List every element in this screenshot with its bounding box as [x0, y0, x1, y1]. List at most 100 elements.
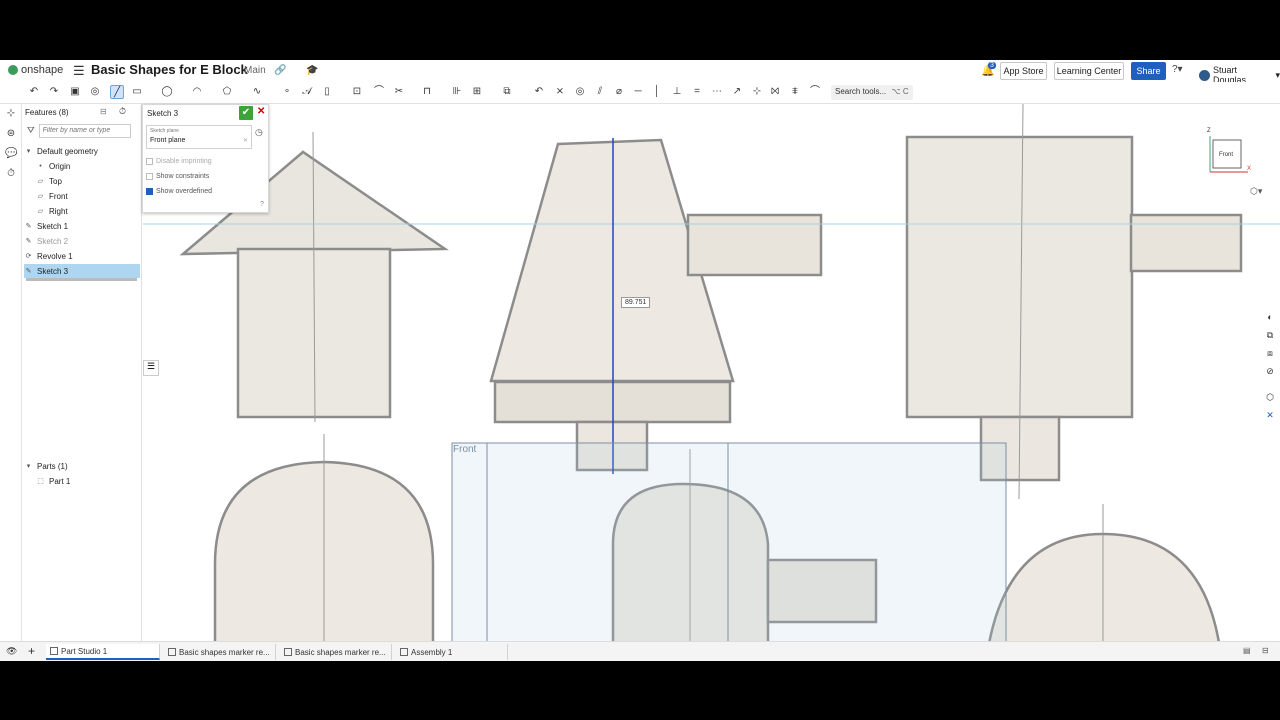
normal-icon[interactable]: ↗ — [730, 85, 744, 99]
tree-item-top[interactable]: ▱ Top — [36, 174, 140, 188]
line-tool-icon[interactable]: ╱ — [110, 85, 124, 99]
sketch-drawing — [143, 104, 1280, 649]
tree-item-sketch-2[interactable]: ✎ Sketch 2 — [24, 234, 140, 248]
tree-item-front[interactable]: ▱ Front — [36, 189, 140, 203]
tab-part-studio-1[interactable]: Part Studio 1 — [46, 644, 160, 660]
fillet-icon[interactable]: ⊡ — [350, 85, 364, 99]
appearance-icon[interactable]: ◐ — [1262, 312, 1278, 326]
construction-icon[interactable]: 𝒜 — [300, 85, 314, 99]
dimension-label[interactable]: 89.751 — [621, 297, 651, 308]
logo-text: onshape — [21, 64, 64, 76]
history-icon[interactable]: ⏱ — [5, 168, 17, 180]
rollback-clock-icon[interactable]: ⏱ — [119, 106, 126, 117]
trim-icon[interactable]: ✂ — [392, 85, 406, 99]
document-title[interactable]: Basic Shapes for E Block — [91, 62, 248, 77]
graduation-cap-icon[interactable]: 🎓 — [306, 65, 318, 76]
show-overdefined-checkbox[interactable] — [146, 187, 153, 195]
link-icon[interactable]: 🔗 — [274, 65, 286, 76]
sketch-fillet-icon[interactable]: ⌒ — [372, 85, 386, 99]
text-tool-icon[interactable]: ▯ — [320, 85, 334, 99]
menu-icon[interactable]: ☰ — [73, 63, 85, 79]
help-question-icon[interactable]: ? — [260, 201, 264, 208]
offset-icon[interactable]: ⊓ — [420, 85, 434, 99]
variable-table-icon[interactable]: ⊜ — [5, 128, 17, 140]
vertical-icon[interactable]: │ — [650, 85, 664, 99]
coincident-icon[interactable]: ⨯ — [553, 85, 567, 99]
tab-image-1[interactable]: Basic shapes marker re... — [164, 644, 276, 660]
feature-list-icon[interactable]: ⊹ — [5, 108, 17, 120]
tree-item-revolve-1[interactable]: ⟳ Revolve 1 — [24, 249, 140, 263]
tab-image-2[interactable]: Basic shapes marker re... — [280, 644, 392, 660]
horizontal-icon[interactable]: ─ — [631, 85, 645, 99]
share-button[interactable]: Share — [1131, 62, 1166, 80]
confirm-check-icon[interactable]: ✔ — [239, 106, 253, 120]
concentric-icon[interactable]: ◎ — [573, 85, 587, 99]
graphics-canvas[interactable]: 89.751 Front Front Z X ☰ ⬡▾ — [143, 104, 1280, 649]
equal-icon[interactable]: = — [690, 85, 704, 99]
measure-icon[interactable]: ⧈ — [1262, 348, 1278, 362]
disable-imprinting-option[interactable]: Disable imprinting — [146, 155, 212, 167]
disable-imprinting-checkbox[interactable] — [146, 157, 153, 165]
spline-tool-icon[interactable]: ∿ — [250, 85, 264, 99]
curvature-icon[interactable]: ⌒ — [808, 85, 822, 99]
section-view-icon[interactable]: ⊘ — [1262, 366, 1278, 380]
render-icon[interactable]: ⬡ — [1262, 392, 1278, 406]
sketch-list-icon[interactable]: ☰ — [143, 360, 159, 376]
cancel-close-icon[interactable]: ✕ — [257, 106, 265, 117]
perpendicular-icon[interactable]: ⊥ — [670, 85, 684, 99]
show-overdefined-option[interactable]: Show overdefined — [146, 185, 212, 197]
part-item[interactable]: ⬚ Part 1 — [36, 474, 140, 488]
tangent-icon[interactable]: ⌀ — [612, 85, 626, 99]
learning-center-button[interactable]: Learning Center — [1054, 62, 1124, 80]
view-options-icon[interactable]: 👁 — [6, 646, 17, 657]
parallel-icon[interactable]: ⫽ — [593, 85, 607, 99]
filter-icon[interactable]: ⛛ — [27, 125, 35, 136]
fix-icon[interactable]: ⩨ — [788, 85, 802, 99]
tree-item-right[interactable]: ▱ Right — [36, 204, 140, 218]
symmetric-icon[interactable]: ⨝ — [768, 85, 782, 99]
tab-assembly-1[interactable]: Assembly 1 — [396, 644, 508, 660]
onshape-logo[interactable]: onshape — [8, 64, 63, 76]
help-icon[interactable]: ?▾ — [1172, 64, 1183, 75]
dimension-icon[interactable]: ↶ — [532, 85, 546, 99]
tab-manager-icon[interactable]: ▤ — [1243, 646, 1251, 655]
midpoint-icon[interactable]: ⋯ — [710, 85, 724, 99]
rollback-bar[interactable] — [26, 278, 137, 281]
tree-item-default-geometry[interactable]: ▾ Default geometry — [24, 144, 140, 158]
arc-tool-icon[interactable]: ◠ — [190, 85, 204, 99]
view-cube-face-label[interactable]: Front — [1219, 152, 1233, 158]
undo-icon[interactable]: ↶ — [27, 85, 41, 99]
mirror-icon[interactable]: ⊪ — [450, 85, 464, 99]
clock-icon[interactable]: ◷ — [255, 127, 263, 138]
redo-icon[interactable]: ↷ — [47, 85, 61, 99]
show-constraints-option[interactable]: Show constraints — [146, 170, 209, 182]
tree-item-sketch-3[interactable]: ✎ Sketch 3 — [24, 264, 140, 278]
search-tools-input[interactable]: Search tools... ⌥ C — [831, 85, 913, 100]
view-icon[interactable]: ◎ — [88, 85, 102, 99]
parts-header[interactable]: ▾ Parts (1) — [24, 459, 140, 473]
sketch-feature-icon[interactable]: ▣ — [68, 85, 82, 99]
document-branch[interactable]: Main — [244, 65, 266, 76]
feature-filter-input[interactable] — [38, 123, 131, 138]
display-mode-icon[interactable]: ⬡▾ — [1250, 186, 1262, 197]
point-tool-icon[interactable]: ∘ — [280, 85, 294, 99]
clear-plane-icon[interactable]: ✕ — [243, 137, 248, 144]
circle-tool-icon[interactable]: ◯ — [160, 85, 174, 99]
rectangle-tool-icon[interactable]: ▭ — [130, 85, 144, 99]
show-constraints-checkbox[interactable] — [146, 172, 153, 180]
collapse-icon[interactable]: ⊟ — [1262, 646, 1269, 655]
close-view-icon[interactable]: ✕ — [1262, 410, 1278, 424]
tree-item-sketch-1[interactable]: ✎ Sketch 1 — [24, 219, 140, 233]
add-tab-icon[interactable]: + — [28, 644, 35, 658]
pattern-icon[interactable]: ⊞ — [470, 85, 484, 99]
sketch-icon: ✎ — [25, 267, 32, 275]
sketch-plane-field[interactable]: Sketch plane Front plane ✕ — [146, 125, 252, 149]
transform-icon[interactable]: ⧉ — [500, 85, 514, 99]
app-store-button[interactable]: App Store — [1000, 62, 1047, 80]
pierce-icon[interactable]: ⊹ — [750, 85, 764, 99]
comments-icon[interactable]: 💬 — [5, 148, 17, 160]
tree-item-origin[interactable]: • Origin — [36, 159, 140, 173]
feature-list-toggle-icon[interactable]: ⊟ — [100, 107, 107, 116]
mass-properties-icon[interactable]: ⧉ — [1262, 330, 1278, 344]
polygon-tool-icon[interactable]: ⬠ — [220, 85, 234, 99]
